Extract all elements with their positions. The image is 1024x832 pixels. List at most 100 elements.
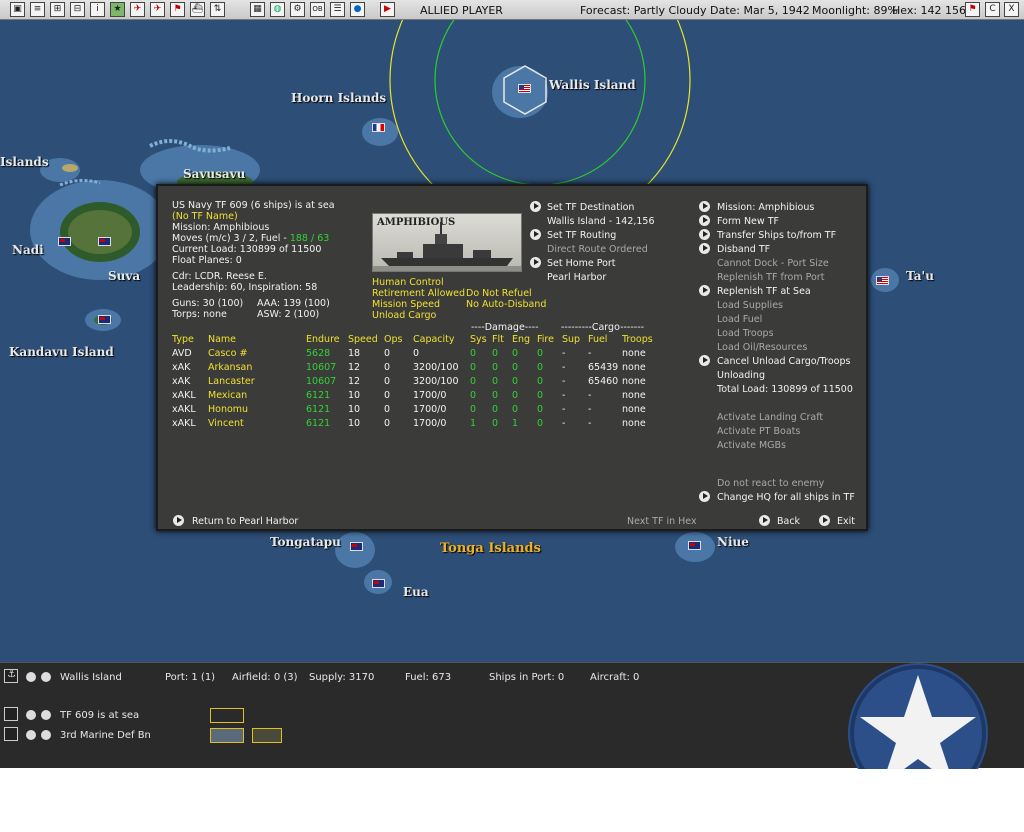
sort-icon[interactable]: ⇅	[210, 2, 225, 17]
table-column-header[interactable]: Fire	[537, 334, 554, 345]
prev-arrow-icon[interactable]	[26, 672, 36, 682]
bottom-location[interactable]: Wallis Island	[60, 672, 122, 683]
arrow-icon[interactable]	[173, 515, 184, 526]
cancel-unload[interactable]: Cancel Unload Cargo/Troops	[717, 356, 850, 367]
grid-icon[interactable]: ▦	[250, 2, 265, 17]
tf-ship-counter-icon[interactable]	[210, 708, 244, 723]
fr-flag-hoorn[interactable]	[372, 123, 385, 132]
ship-name-cell[interactable]: Lancaster	[208, 376, 255, 387]
mission-amphibious[interactable]: Mission: Amphibious	[717, 202, 814, 213]
tf-icon[interactable]	[4, 707, 18, 721]
next-arrow-icon[interactable]	[41, 730, 51, 740]
map-label-savusavu: Savusavu	[183, 167, 246, 181]
change-hq[interactable]: Change HQ for all ships in TF	[717, 492, 855, 503]
ship-icon[interactable]: ⛴	[190, 2, 205, 17]
next-arrow-icon[interactable]	[41, 710, 51, 720]
table-column-header[interactable]: Sup	[562, 334, 580, 345]
table-column-header[interactable]: Name	[208, 334, 236, 345]
unit-name[interactable]: 3rd Marine Def Bn	[60, 730, 151, 741]
arrow-icon[interactable]	[819, 515, 830, 526]
flag-icon[interactable]: ⚑	[170, 2, 185, 17]
list-icon[interactable]: ☰	[330, 2, 345, 17]
ship-name-cell[interactable]: Arkansan	[208, 362, 252, 373]
unload-cargo[interactable]: Unload Cargo	[372, 310, 436, 321]
arrow-icon[interactable]	[699, 229, 710, 240]
arrow-icon[interactable]	[699, 215, 710, 226]
prev-arrow-icon[interactable]	[26, 730, 36, 740]
tf-commander[interactable]: Cdr: LCDR. Reese E.	[172, 271, 267, 282]
c-button[interactable]: C	[985, 2, 1000, 17]
arrow-icon[interactable]	[699, 285, 710, 296]
ship-name-cell[interactable]: Mexican	[208, 390, 247, 401]
ob-button[interactable]: OB	[310, 2, 325, 17]
no-auto-disband[interactable]: No Auto-Disband	[466, 299, 546, 310]
tf-name[interactable]: (No TF Name)	[172, 211, 238, 222]
map-view-icon[interactable]: ▣	[10, 2, 25, 17]
table-column-header[interactable]: Ops	[384, 334, 402, 345]
ship-name-cell[interactable]: Vincent	[208, 418, 244, 429]
disband-tf[interactable]: Disband TF	[717, 244, 770, 255]
table-column-header[interactable]: Speed	[348, 334, 378, 345]
table-column-header[interactable]: Sys	[470, 334, 487, 345]
nz-flag-kandavu[interactable]	[98, 315, 111, 324]
next-arrow-icon[interactable]	[41, 672, 51, 682]
report-icon[interactable]: ≡	[30, 2, 45, 17]
arrow-icon[interactable]	[530, 201, 541, 212]
info-icon[interactable]: i	[90, 2, 105, 17]
arrow-icon[interactable]	[759, 515, 770, 526]
back-button[interactable]: Back	[777, 516, 800, 527]
close-button[interactable]: X	[1004, 2, 1019, 17]
globe-icon[interactable]: ◍	[270, 2, 285, 17]
us-flag-tau[interactable]	[876, 276, 889, 285]
nz-flag-tongatapu[interactable]	[350, 542, 363, 551]
replenish-at-sea[interactable]: Replenish TF at Sea	[717, 286, 811, 297]
base-report-icon[interactable]: ⊟	[70, 2, 85, 17]
plane-red-icon[interactable]: ✈	[150, 2, 165, 17]
us-flag-wallis[interactable]	[518, 84, 531, 93]
set-home-port[interactable]: Set Home Port	[547, 258, 616, 269]
mission-speed[interactable]: Mission Speed	[372, 299, 440, 310]
form-new-tf[interactable]: Form New TF	[717, 216, 779, 227]
exit-button[interactable]: Exit	[837, 516, 855, 527]
tf-status[interactable]: TF 609 is at sea	[60, 710, 139, 721]
unit-counter-icon-2[interactable]	[252, 728, 282, 743]
set-tf-destination[interactable]: Set TF Destination	[547, 202, 634, 213]
flag-icon-right[interactable]: ⚑	[965, 2, 980, 17]
arrow-icon[interactable]	[699, 243, 710, 254]
weather-icon[interactable]: ●	[350, 2, 365, 17]
table-column-header[interactable]: Endure	[306, 334, 340, 345]
anchor-icon[interactable]: ⚓	[4, 669, 18, 683]
arrow-icon[interactable]	[530, 229, 541, 240]
arrow-icon[interactable]	[699, 491, 710, 502]
human-control[interactable]: Human Control	[372, 277, 444, 288]
table-column-header[interactable]: Flt	[492, 334, 504, 345]
return-to-pearl-harbor[interactable]: Return to Pearl Harbor	[192, 516, 298, 527]
nz-flag-nadi[interactable]	[58, 237, 71, 246]
unit-counter-icon[interactable]	[210, 728, 244, 743]
transfer-ships[interactable]: Transfer Ships to/from TF	[717, 230, 836, 241]
table-column-header[interactable]: Type	[172, 334, 194, 345]
air-report-icon[interactable]: ⊞	[50, 2, 65, 17]
nz-flag-eua[interactable]	[372, 579, 385, 588]
star-icon[interactable]: ★	[110, 2, 125, 17]
arrow-icon[interactable]	[530, 257, 541, 268]
nz-flag-niue[interactable]	[688, 541, 701, 550]
plane-icon[interactable]: ✈	[130, 2, 145, 17]
ship-name-cell[interactable]: Honomu	[208, 404, 248, 415]
table-column-header[interactable]: Troops	[622, 334, 653, 345]
arrow-icon[interactable]	[699, 355, 710, 366]
arrow-icon[interactable]	[699, 201, 710, 212]
settings-icon[interactable]: ⚙	[290, 2, 305, 17]
ship-name-cell[interactable]: Casco #	[208, 348, 247, 359]
table-column-header[interactable]: Capacity	[413, 334, 455, 345]
flag-icon[interactable]	[4, 727, 18, 741]
set-tf-routing[interactable]: Set TF Routing	[547, 230, 616, 241]
retirement-allowed[interactable]: Retirement Allowed	[372, 288, 465, 299]
table-column-header[interactable]: Eng	[512, 334, 530, 345]
table-column-header[interactable]: Fuel	[588, 334, 607, 345]
do-not-refuel[interactable]: Do Not Refuel	[466, 288, 532, 299]
prev-arrow-icon[interactable]	[26, 710, 36, 720]
nz-flag-fiji[interactable]	[98, 237, 111, 246]
table-cell: 0	[384, 390, 391, 401]
play-icon[interactable]: ▶	[380, 2, 395, 17]
